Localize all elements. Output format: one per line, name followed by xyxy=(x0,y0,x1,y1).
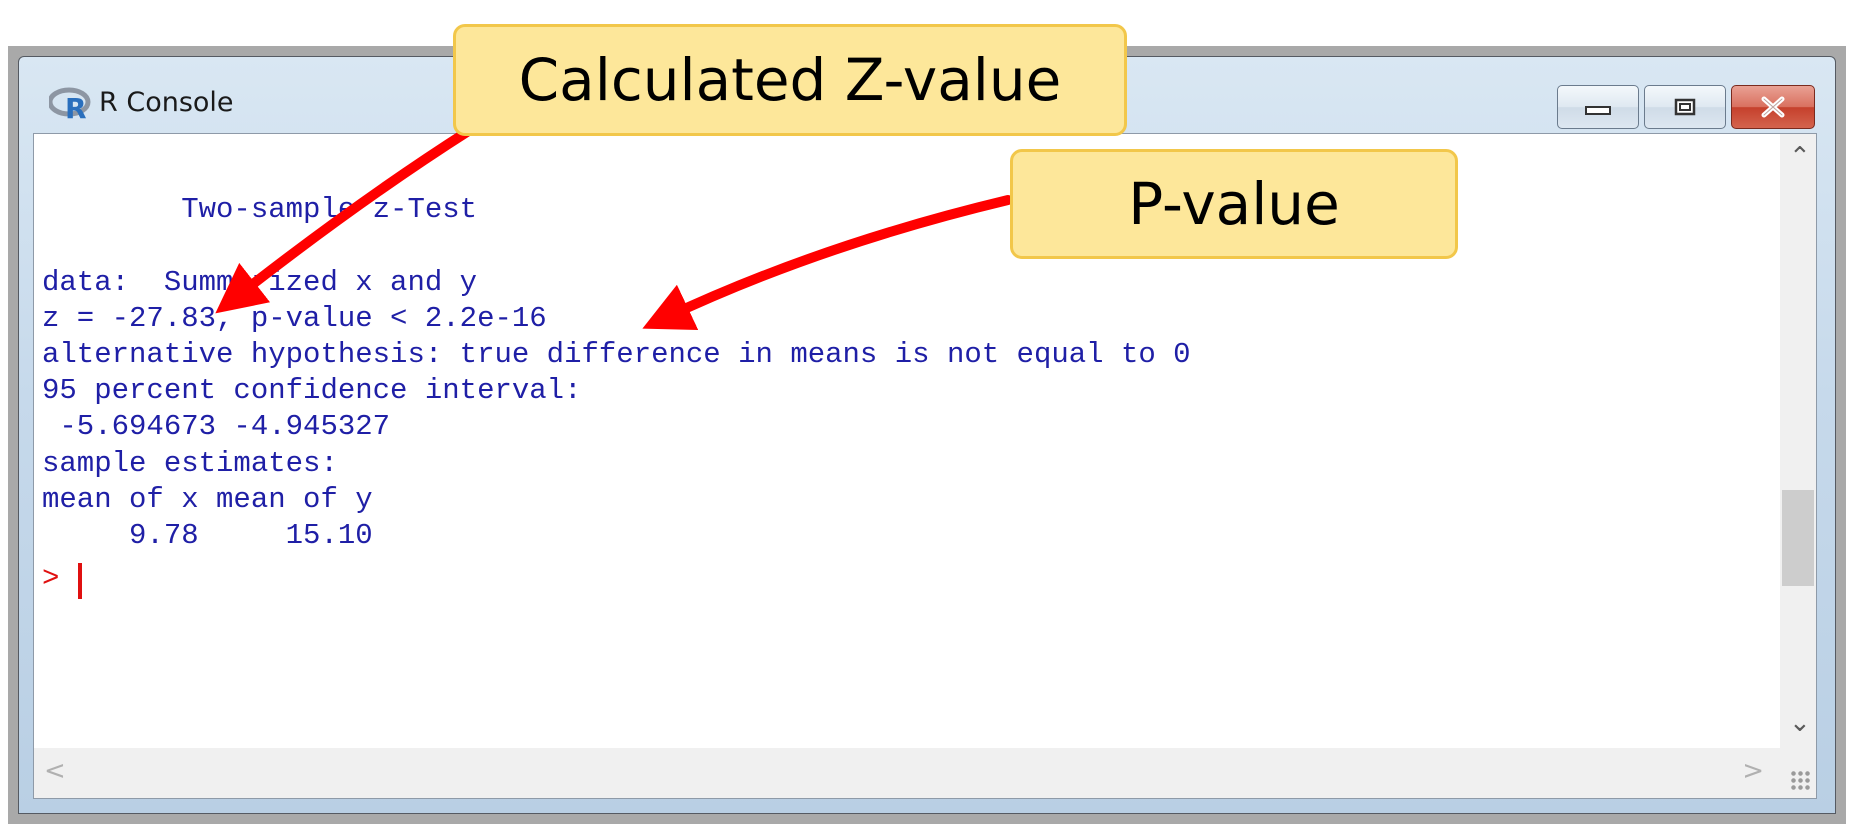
window-frame: R R Console Two-sample z-Test data: Summ… xyxy=(18,56,1836,814)
console-line: data: Summarized x and y xyxy=(42,265,478,299)
p-value-callout: P-value xyxy=(1010,149,1458,259)
console-line: 95 percent confidence interval: xyxy=(42,374,582,408)
console-line: mean of x mean of y xyxy=(42,482,391,516)
vertical-scrollbar[interactable]: ⌃ ⌄ xyxy=(1780,134,1816,748)
scroll-up-icon[interactable]: ⌃ xyxy=(1789,144,1811,170)
resize-grip-icon[interactable] xyxy=(1790,770,1812,792)
z-value-callout: Calculated Z-value xyxy=(453,24,1127,136)
vertical-scroll-thumb[interactable] xyxy=(1782,490,1814,586)
text-cursor[interactable] xyxy=(78,563,82,599)
console-line: z = -27.83, p-value < 2.2e-16 xyxy=(42,301,547,335)
window-controls xyxy=(1557,85,1815,129)
maximize-button[interactable] xyxy=(1644,85,1726,129)
r-console-window: R R Console Two-sample z-Test data: Summ… xyxy=(8,46,1846,824)
r-logo-icon: R xyxy=(49,87,91,121)
scroll-right-icon[interactable]: > xyxy=(1742,758,1764,784)
minimize-icon xyxy=(1585,106,1611,115)
console-line: -5.694673 -4.945327 xyxy=(42,410,391,444)
scroll-down-icon[interactable]: ⌄ xyxy=(1789,710,1811,736)
console-line: Two-sample z-Test xyxy=(42,193,478,227)
restore-icon xyxy=(1674,98,1696,116)
horizontal-scrollbar[interactable]: < > xyxy=(34,748,1816,798)
console-line: alternative hypothesis: true difference … xyxy=(42,338,1191,372)
console-prompt: > xyxy=(42,562,60,595)
console-output-area[interactable]: Two-sample z-Test data: Summarized x and… xyxy=(33,133,1817,799)
console-line: 9.78 15.10 xyxy=(42,519,391,553)
console-line: sample estimates: xyxy=(42,446,338,480)
screenshot-stage: R R Console Two-sample z-Test data: Summ… xyxy=(0,0,1859,835)
minimize-button[interactable] xyxy=(1557,85,1639,129)
window-title: R Console xyxy=(99,87,234,118)
close-button[interactable] xyxy=(1731,85,1815,129)
svg-text:R: R xyxy=(65,92,87,121)
scroll-left-icon[interactable]: < xyxy=(44,758,66,784)
close-icon xyxy=(1761,96,1785,118)
